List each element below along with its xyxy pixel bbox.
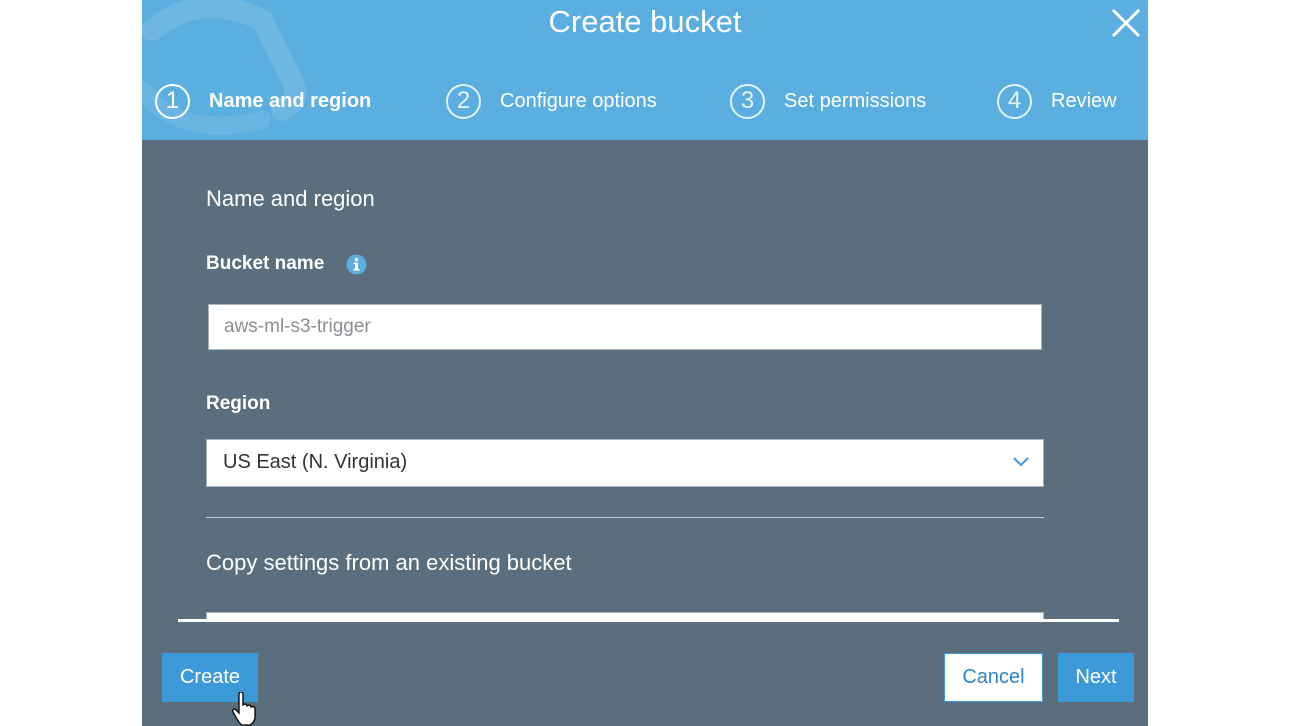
scroll-divider: [178, 619, 1119, 622]
region-selected-value: US East (N. Virginia): [223, 451, 408, 473]
bucket-name-input[interactable]: [208, 304, 1042, 350]
step-set-permissions[interactable]: 3 Set permissions: [730, 82, 926, 120]
create-button[interactable]: Create: [162, 653, 258, 702]
step-number-1: 1: [155, 83, 190, 119]
section-title: Name and region: [206, 186, 375, 211]
step-number-2: 2: [446, 83, 481, 119]
chevron-down-icon: [1013, 457, 1029, 467]
modal-title: Create bucket: [548, 4, 742, 39]
close-icon[interactable]: [1109, 6, 1143, 40]
step-label: Name and region: [209, 89, 372, 112]
modal-header: Create bucket 1 Name and region 2 Config…: [142, 0, 1148, 140]
step-name-and-region[interactable]: 1 Name and region: [155, 82, 371, 120]
step-label: Set permissions: [784, 89, 927, 112]
step-review[interactable]: 4 Review: [997, 82, 1117, 120]
step-configure-options[interactable]: 2 Configure options: [446, 82, 657, 120]
bucket-name-label: Bucket name: [206, 253, 325, 274]
info-icon[interactable]: [346, 254, 367, 275]
step-label: Review: [1051, 89, 1117, 112]
region-select[interactable]: US East (N. Virginia): [206, 439, 1044, 487]
cancel-button[interactable]: Cancel: [944, 653, 1043, 702]
step-number-3: 3: [730, 83, 765, 119]
copy-settings-title: Copy settings from an existing bucket: [206, 550, 572, 575]
section-divider: [206, 517, 1044, 518]
region-label: Region: [206, 393, 271, 414]
step-label: Configure options: [500, 89, 657, 112]
step-number-4: 4: [997, 83, 1032, 119]
create-bucket-modal: Create bucket 1 Name and region 2 Config…: [142, 0, 1148, 726]
next-button[interactable]: Next: [1058, 653, 1134, 702]
